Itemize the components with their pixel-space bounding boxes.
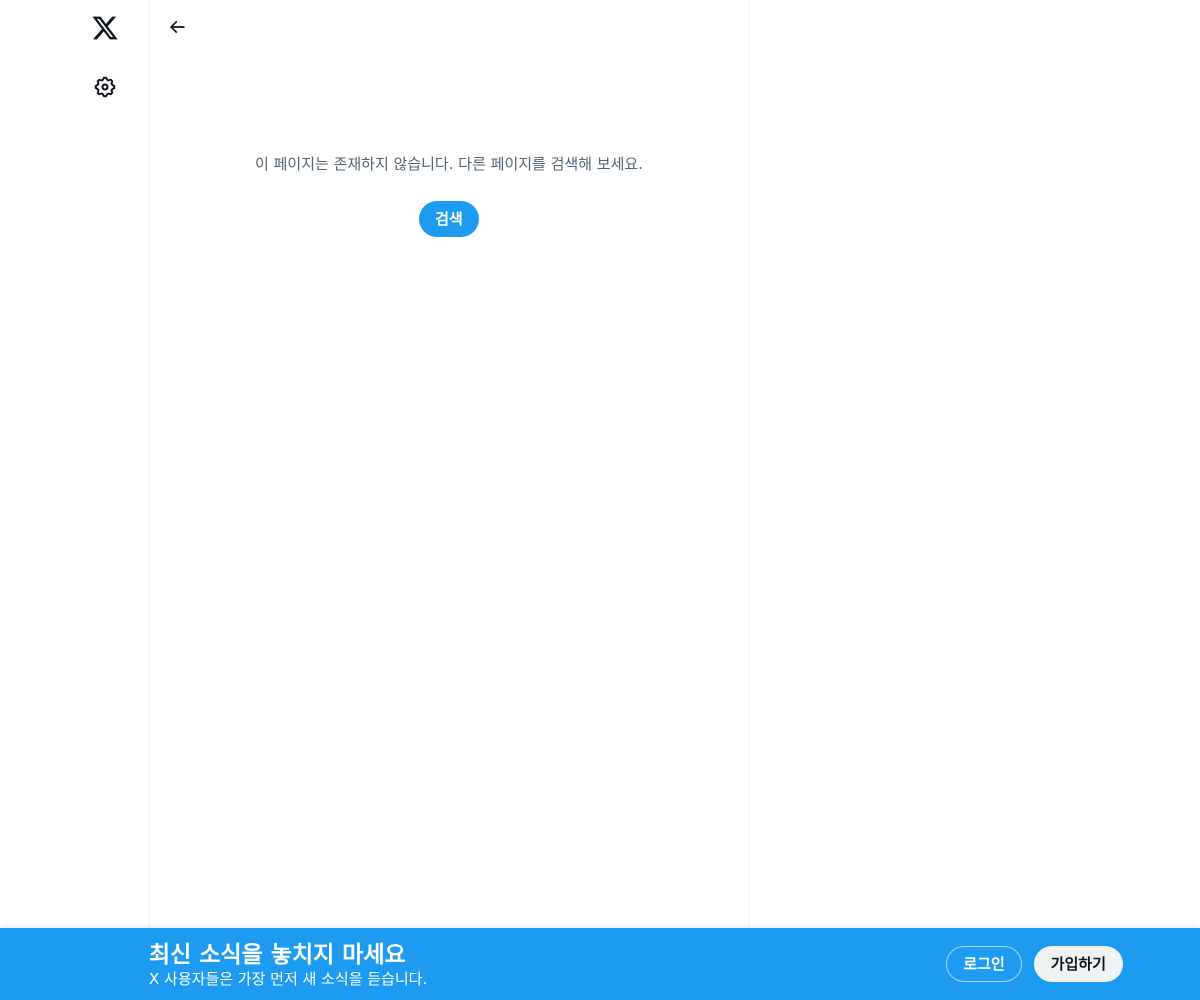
banner-subtitle: X 사용자들은 가장 먼저 새 소식을 듣습니다. xyxy=(149,970,428,988)
search-button[interactable]: 검색 xyxy=(419,201,479,237)
left-navigation xyxy=(0,0,149,928)
main-column: 이 페이지는 존재하지 않습니다. 다른 페이지를 검색해 보세요. 검색 xyxy=(149,0,749,928)
login-button[interactable]: 로그인 xyxy=(946,946,1022,982)
gear-icon xyxy=(94,76,116,98)
signup-banner: 최신 소식을 놓치지 마세요 X 사용자들은 가장 먼저 새 소식을 듣습니다.… xyxy=(0,928,1200,1000)
back-button[interactable] xyxy=(159,9,195,45)
arrow-left-icon xyxy=(169,20,185,34)
signup-button[interactable]: 가입하기 xyxy=(1033,946,1123,982)
banner-text: 최신 소식을 놓치지 마세요 X 사용자들은 가장 먼저 새 소식을 듣습니다. xyxy=(149,940,427,988)
app-root: 이 페이지는 존재하지 않습니다. 다른 페이지를 검색해 보세요. 검색 최신… xyxy=(0,0,1200,1000)
settings-button[interactable] xyxy=(80,62,130,112)
empty-state: 이 페이지는 존재하지 않습니다. 다른 페이지를 검색해 보세요. 검색 xyxy=(150,150,748,237)
banner-actions: 로그인 가입하기 xyxy=(946,946,1123,982)
banner-title: 최신 소식을 놓치지 마세요 xyxy=(149,942,406,968)
x-logo-button[interactable] xyxy=(80,3,130,53)
empty-state-message: 이 페이지는 존재하지 않습니다. 다른 페이지를 검색해 보세요. xyxy=(255,155,643,173)
x-logo-icon xyxy=(92,16,118,40)
